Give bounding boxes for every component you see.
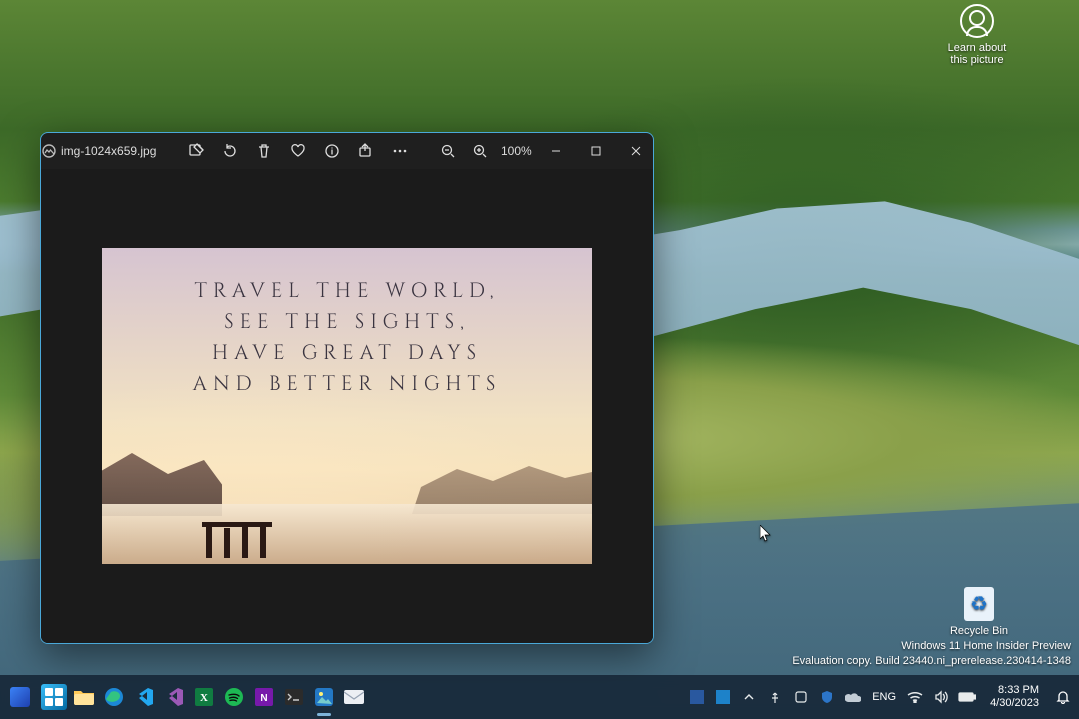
photos-filename: img-1024x659.jpg	[57, 144, 167, 158]
svg-text:X: X	[200, 692, 208, 704]
taskbar[interactable]: X N ENG 8:33 PM 4/30/2023	[0, 675, 1079, 719]
desktop-icon-recycle-bin[interactable]: Recycle Bin	[941, 587, 1017, 637]
svg-text:N: N	[260, 693, 267, 704]
tray-wifi-icon[interactable]	[906, 688, 924, 706]
close-button[interactable]	[616, 136, 654, 166]
windows-watermark: Windows 11 Home Insider Preview Evaluati…	[792, 639, 1071, 669]
desktop-icon-learn-about-picture[interactable]: Learn about this picture	[939, 4, 1015, 66]
window-controls	[536, 136, 654, 166]
zoom-out-button[interactable]	[433, 136, 463, 166]
zoom-level[interactable]: 100%	[497, 144, 536, 158]
photos-titlebar[interactable]: img-1024x659.jpg	[41, 133, 653, 169]
displayed-image: Travel the world, see the sights, have g…	[102, 248, 592, 564]
taskbar-edge[interactable]	[100, 683, 128, 711]
favorite-button[interactable]	[283, 136, 313, 166]
start-button[interactable]	[40, 683, 68, 711]
recycle-bin-icon	[964, 587, 994, 621]
maximize-button[interactable]	[576, 136, 616, 166]
taskbar-file-explorer[interactable]	[70, 683, 98, 711]
tray-clock[interactable]: 8:33 PM 4/30/2023	[984, 684, 1045, 710]
tray-language[interactable]: ENG	[870, 691, 898, 703]
more-button[interactable]	[385, 136, 415, 166]
tray-copilot-icon[interactable]	[792, 688, 810, 706]
tray-notifications-icon[interactable]	[1053, 690, 1073, 704]
photos-app-window[interactable]: img-1024x659.jpg	[40, 132, 654, 644]
minimize-button[interactable]	[536, 136, 576, 166]
tray-onedrive-icon[interactable]	[844, 688, 862, 706]
taskbar-photos[interactable]	[310, 683, 338, 711]
tray-app2-icon[interactable]	[714, 688, 732, 706]
image-quote-text: Travel the world, see the sights, have g…	[102, 276, 592, 400]
spotlight-icon	[960, 4, 994, 38]
desktop-icon-label: Learn about this picture	[939, 42, 1015, 66]
photos-toolbar	[181, 136, 415, 166]
tray-app-icon[interactable]	[688, 688, 706, 706]
taskbar-visual-studio[interactable]	[160, 683, 188, 711]
delete-button[interactable]	[249, 136, 279, 166]
tray-usb-icon[interactable]	[766, 688, 784, 706]
taskbar-excel[interactable]: X	[190, 683, 218, 711]
taskbar-terminal[interactable]	[280, 683, 308, 711]
widgets-button[interactable]	[6, 683, 34, 711]
tray-chevron-up-icon[interactable]	[740, 688, 758, 706]
zoom-controls: 100%	[433, 136, 536, 166]
taskbar-spotify[interactable]	[220, 683, 248, 711]
zoom-in-button[interactable]	[465, 136, 495, 166]
taskbar-mail[interactable]	[340, 683, 368, 711]
rotate-button[interactable]	[215, 136, 245, 166]
taskbar-vscode[interactable]	[130, 683, 158, 711]
share-button[interactable]	[351, 136, 381, 166]
tray-volume-icon[interactable]	[932, 688, 950, 706]
edit-image-button[interactable]	[181, 136, 211, 166]
mouse-cursor	[760, 525, 772, 543]
tray-defender-icon[interactable]	[818, 688, 836, 706]
tray-battery-icon[interactable]	[958, 688, 976, 706]
info-button[interactable]	[317, 136, 347, 166]
desktop-icon-label: Recycle Bin	[941, 625, 1017, 637]
photos-viewport[interactable]: Travel the world, see the sights, have g…	[41, 169, 653, 643]
photos-app-icon	[41, 143, 57, 159]
taskbar-onenote[interactable]: N	[250, 683, 278, 711]
system-tray: ENG 8:33 PM 4/30/2023	[688, 684, 1073, 710]
